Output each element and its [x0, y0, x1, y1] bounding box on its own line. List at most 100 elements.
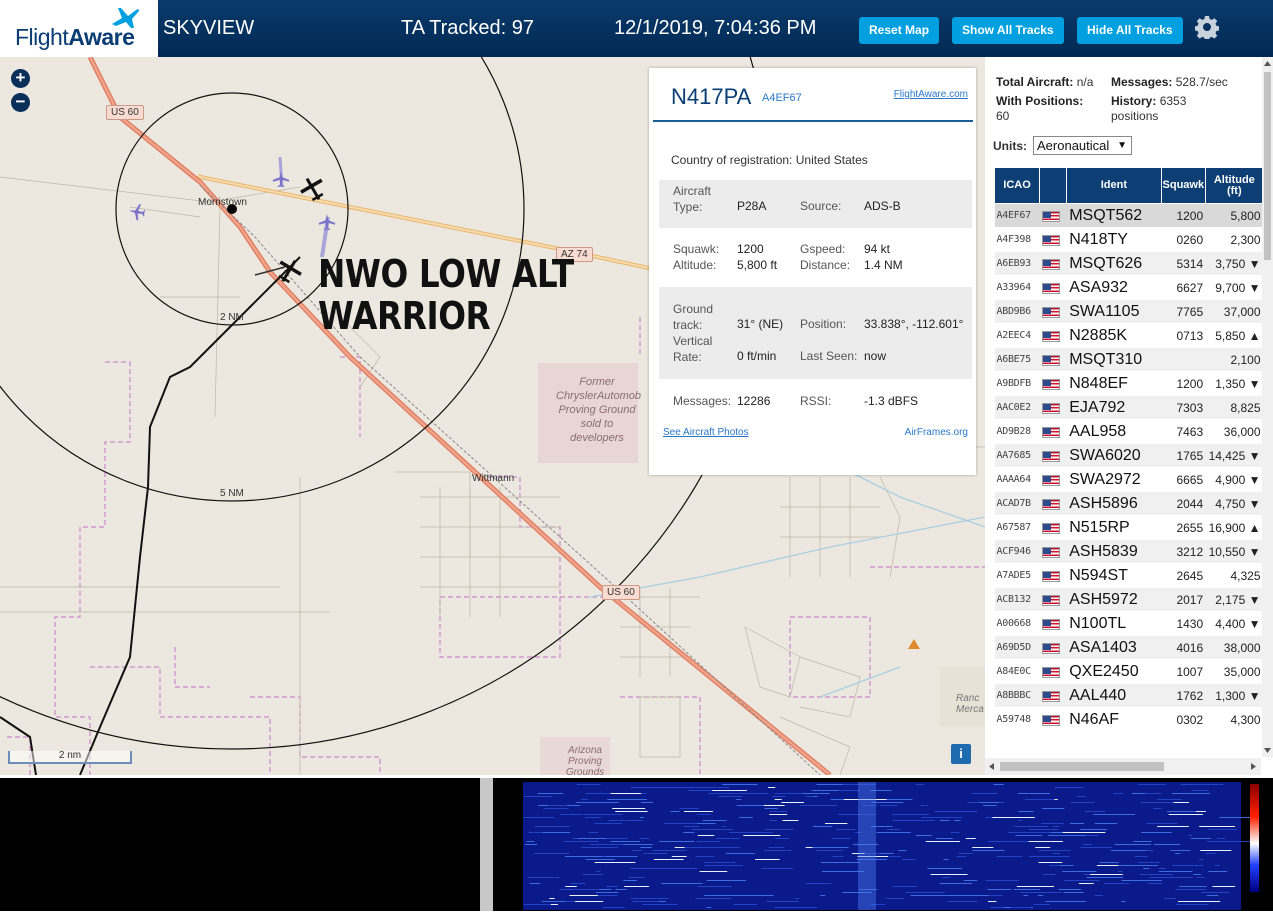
scroll-down-icon[interactable] [1263, 746, 1272, 754]
cell-icao: AD9B28 [994, 419, 1040, 444]
scroll-right-icon[interactable] [1249, 762, 1257, 771]
squawk-speed-block: Squawk: 1200 Gspeed: 94 kt Altitude: 5,8… [673, 242, 903, 272]
show-all-tracks-button[interactable]: Show All Tracks [952, 17, 1064, 44]
table-header-row: ICAO Ident Squawk Altitude (ft) [993, 167, 1265, 204]
range-ring-2nm: 2 NM [220, 312, 244, 323]
cell-squawk: 1430 [1161, 611, 1206, 636]
cell-icao: A69D5D [994, 635, 1040, 660]
flightaware-link[interactable]: FlightAware.com [894, 89, 968, 100]
cell-altitude: 2,100 [1205, 347, 1264, 372]
country-row: Country of registration: United States [671, 153, 868, 167]
table-row[interactable]: A6EB93 MSQT626 5314 3,750 ▼ [994, 251, 1264, 276]
table-row[interactable]: A6BE75 MSQT310 2,100 [994, 347, 1264, 372]
table-row[interactable]: A2EEC4 N2885K 0713 5,850 ▲ [994, 323, 1264, 348]
cell-icao: A33964 [994, 275, 1040, 300]
col-icao[interactable]: ICAO [993, 167, 1041, 204]
cell-flag [1039, 611, 1067, 636]
col-altitude[interactable]: Altitude (ft) [1204, 167, 1265, 204]
cell-squawk: 1007 [1161, 659, 1206, 684]
table-row[interactable]: A4F398 N418TY 0260 2,300 [994, 227, 1264, 252]
selected-aircraft-icon[interactable] [274, 256, 304, 286]
cell-flag [1039, 419, 1067, 444]
us-flag-icon [1041, 307, 1060, 319]
spectrum-waterfall [493, 778, 1273, 911]
us-flag-icon [1041, 331, 1060, 343]
cell-flag [1039, 203, 1067, 228]
table-row[interactable]: A00668 N100TL 1430 4,400 ▼ [994, 611, 1264, 636]
vertical-scroll-thumb[interactable] [1264, 72, 1271, 260]
cell-ident: MSQT310 [1066, 347, 1162, 372]
cell-altitude: 4,300 [1205, 707, 1264, 732]
cell-flag [1039, 227, 1067, 252]
table-row[interactable]: AAAA64 SWA2972 6665 4,900 ▼ [994, 467, 1264, 492]
table-row[interactable]: ACB132 ASH5972 2017 2,175 ▼ [994, 587, 1264, 612]
cell-icao: A2EEC4 [994, 323, 1040, 348]
table-row[interactable]: ACF946 ASH5839 3212 10,550 ▼ [994, 539, 1264, 564]
table-row[interactable]: ABD9B6 SWA1105 7765 37,000 [994, 299, 1264, 324]
table-row[interactable]: ACAD7B ASH5896 2044 4,750 ▼ [994, 491, 1264, 516]
cell-squawk: 2017 [1161, 587, 1206, 612]
table-row[interactable]: A4EF67 MSQT562 1200 5,800 [994, 203, 1264, 228]
table-row[interactable]: AAC0E2 EJA792 7303 8,825 [994, 395, 1264, 420]
table-row[interactable]: A7ADE5 N594ST 2645 4,325 [994, 563, 1264, 588]
table-row[interactable]: A67587 N515RP 2655 16,900 ▲ [994, 515, 1264, 540]
hide-all-tracks-button[interactable]: Hide All Tracks [1077, 17, 1183, 44]
scroll-up-icon[interactable] [1263, 60, 1272, 68]
col-ident[interactable]: Ident [1065, 167, 1163, 204]
cell-altitude: 36,000 [1205, 419, 1264, 444]
total-aircraft-stat: Total Aircraft: n/a [996, 75, 1094, 89]
us-flag-icon [1041, 235, 1060, 247]
cell-flag [1039, 347, 1067, 372]
map-poi-arizona-proving-grounds: Arizona Proving Grounds [565, 745, 605, 775]
info-button[interactable]: i [951, 744, 971, 764]
col-flag[interactable] [1039, 167, 1067, 204]
cell-flag [1039, 323, 1067, 348]
table-row[interactable]: A9BDFB N848EF 1200 1,350 ▼ [994, 371, 1264, 396]
aircraft-plane-icon[interactable] [318, 213, 336, 231]
annotation-text: NWO LOW ALT WARRIOR [318, 252, 574, 338]
cell-squawk: 7303 [1161, 395, 1206, 420]
table-row[interactable]: A8BBBC AAL440 1762 1,300 ▼ [994, 683, 1264, 708]
app-name: SKYVIEW [163, 17, 255, 39]
zoom-in-button[interactable]: + [11, 69, 30, 88]
cell-squawk: 1200 [1161, 371, 1206, 396]
cell-altitude: 4,750 ▼ [1205, 491, 1264, 516]
scroll-left-icon[interactable] [988, 762, 996, 771]
us-flag-icon [1041, 643, 1060, 655]
map-scale-bar: 2 nm [8, 751, 132, 764]
us-flag-icon [1041, 499, 1060, 511]
table-row[interactable]: AD9B28 AAL958 7463 36,000 [994, 419, 1264, 444]
panel-separator [480, 778, 493, 911]
col-squawk[interactable]: Squawk [1161, 167, 1206, 204]
cell-squawk: 4016 [1161, 635, 1206, 660]
units-select[interactable]: Aeronautical ▼ [1033, 136, 1132, 155]
table-row[interactable]: A33964 ASA932 6627 9,700 ▼ [994, 275, 1264, 300]
cell-icao: A00668 [994, 611, 1040, 636]
flightaware-logo[interactable]: FlightAware [0, 0, 158, 57]
cell-flag [1039, 635, 1067, 660]
table-row[interactable]: A59748 N46AF 0302 4,300 [994, 707, 1264, 732]
cell-icao: A84E0C [994, 659, 1040, 684]
table-row[interactable]: A84E0C QXE2450 1007 35,000 [994, 659, 1264, 684]
dropdown-arrow-icon: ▼ [1117, 140, 1127, 151]
cell-ident: ASH5896 [1066, 491, 1162, 516]
reset-map-button[interactable]: Reset Map [859, 17, 940, 44]
aircraft-plane-icon[interactable] [128, 203, 146, 221]
selected-aircraft-panel: N417PA A4EF67 FlightAware.com Country of… [649, 68, 976, 475]
aircraft-photos-link[interactable]: See Aircraft Photos [663, 427, 749, 438]
aircraft-cessna-icon[interactable] [298, 174, 328, 204]
cell-squawk: 0713 [1161, 323, 1206, 348]
selected-icao: A4EF67 [762, 92, 802, 104]
airframes-link[interactable]: AirFrames.org [905, 427, 968, 438]
horizontal-scroll-thumb[interactable] [1000, 762, 1164, 771]
cell-altitude: 10,550 ▼ [1205, 539, 1264, 564]
table-row[interactable]: A69D5D ASA1403 4016 38,000 [994, 635, 1264, 660]
gear-icon[interactable] [1195, 15, 1219, 39]
cell-flag [1039, 443, 1067, 468]
cell-flag [1039, 467, 1067, 492]
table-row[interactable]: AA7685 SWA6020 1765 14,425 ▼ [994, 443, 1264, 468]
zoom-out-button[interactable]: − [11, 93, 30, 112]
cell-squawk: 0260 [1161, 227, 1206, 252]
cell-squawk: 5314 [1161, 251, 1206, 276]
aircraft-plane-icon[interactable] [272, 170, 290, 188]
